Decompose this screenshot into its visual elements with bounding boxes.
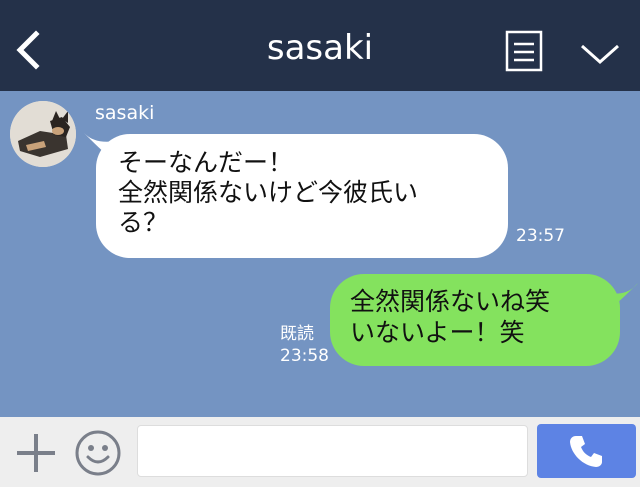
message-line: 全然関係ないけど今彼氏い bbox=[118, 178, 419, 207]
avatar-image bbox=[10, 101, 76, 167]
chevron-down-icon[interactable] bbox=[576, 36, 624, 70]
message-timestamp: 23:58 bbox=[280, 346, 329, 366]
message-bubble-incoming[interactable]: そーなんだー！ 全然関係ないけど今彼氏い る？ bbox=[96, 134, 508, 258]
message-line: 全然関係ないね笑 bbox=[350, 287, 551, 316]
message-line: いないよー！笑 bbox=[350, 318, 525, 347]
message-input[interactable] bbox=[137, 425, 528, 477]
message-bubble-outgoing[interactable]: 全然関係ないね笑 いないよー！笑 bbox=[330, 274, 620, 366]
call-button[interactable] bbox=[537, 424, 636, 478]
notes-icon[interactable] bbox=[505, 30, 545, 74]
header-bar: sasaki bbox=[0, 0, 640, 91]
read-receipt: 既読 bbox=[280, 324, 314, 344]
chat-area: sasaki そーなんだー！ 全然関係ないけど今彼氏い る？ 23:57 全然関… bbox=[0, 91, 640, 417]
plus-icon[interactable] bbox=[14, 431, 58, 475]
message-timestamp: 23:57 bbox=[516, 226, 565, 246]
input-bar bbox=[0, 417, 640, 487]
smile-icon[interactable] bbox=[74, 429, 122, 477]
message-line: る？ bbox=[118, 208, 169, 237]
phone-icon bbox=[570, 436, 602, 467]
sender-name: sasaki bbox=[95, 102, 155, 124]
avatar[interactable] bbox=[10, 101, 76, 167]
message-line: そーなんだー！ bbox=[118, 148, 294, 177]
